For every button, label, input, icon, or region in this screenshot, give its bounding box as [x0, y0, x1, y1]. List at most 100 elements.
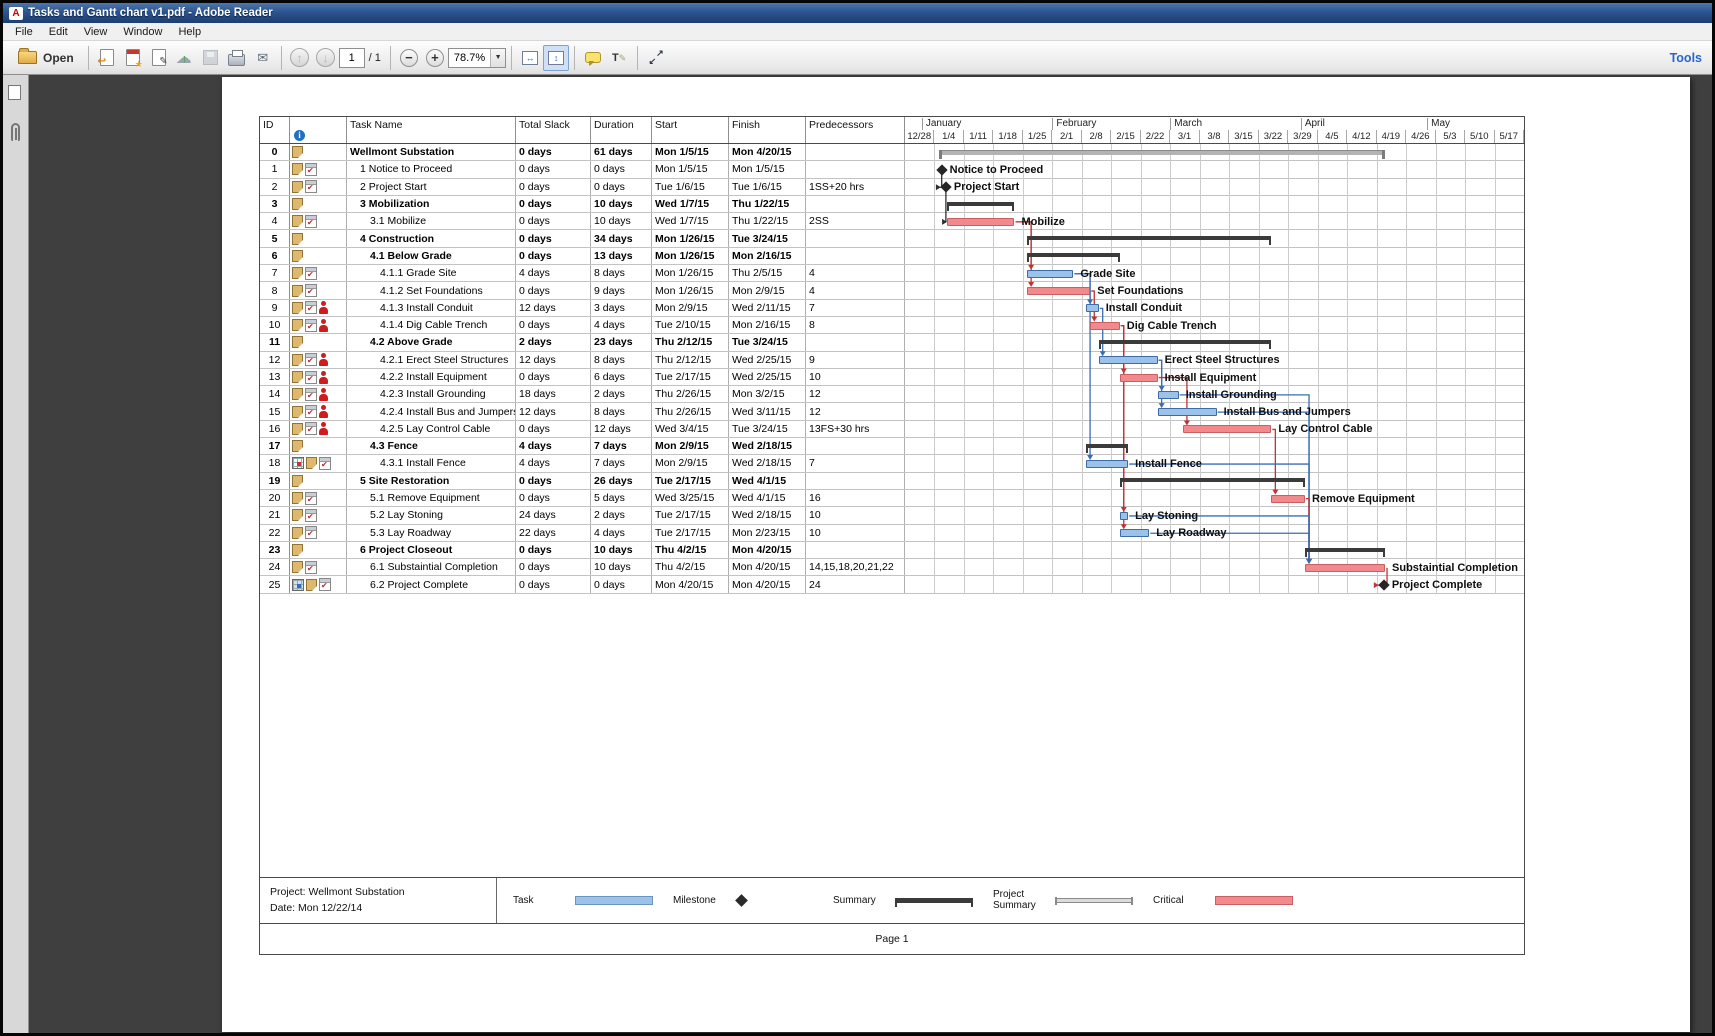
cell-task-name: 5.1 Remove Equipment [347, 489, 516, 507]
attachments-paperclip-icon[interactable] [11, 123, 20, 141]
cell-pred [806, 247, 905, 265]
cell-start: Mon 1/26/15 [652, 230, 729, 247]
next-page-button[interactable]: ↓ [313, 45, 339, 71]
page-thumbnails-icon[interactable] [8, 82, 26, 100]
cell-id: 5 [260, 230, 290, 247]
fullscreen-button[interactable]: ↗ ↙ [643, 45, 669, 71]
task-calendar-icon [319, 578, 331, 592]
cell-finish: Mon 1/5/15 [729, 161, 806, 178]
gantt-bar-critical [1027, 287, 1091, 296]
toolbar: Open ↩ ★ ✎ ✉ ↑ ↓ / 1 − + 78.7% ▼ ↔ ↕ T✎ … [3, 41, 1712, 75]
timeline-header: January February March April May 12/28 1/4 1/11… [905, 117, 1524, 143]
save-button[interactable] [198, 45, 224, 71]
send-file-button[interactable]: ↩ [94, 45, 120, 71]
note-icon [292, 543, 303, 556]
cell-finish: Mon 4/20/15 [729, 144, 806, 161]
cell-duration: 8 days [591, 403, 652, 420]
comment-button[interactable] [580, 45, 606, 71]
cell-task-name: 6.2 Project Complete [347, 576, 516, 593]
cell-slack: 0 days [516, 178, 591, 195]
cell-task-name: 4.2.1 Erect Steel Structures [347, 351, 516, 368]
cell-duration: 7 days [591, 438, 652, 455]
gantt-bar-summary [1098, 339, 1272, 349]
gantt-bar-task [1119, 529, 1150, 538]
table-icon [292, 457, 304, 470]
note-icon [292, 405, 303, 418]
menu-file[interactable]: File [7, 25, 41, 39]
cell-task-name: Wellmont Substation [347, 144, 516, 161]
note-icon [292, 474, 303, 487]
cell-start: Tue 2/17/15 [652, 472, 729, 489]
week-tick-label: 2/15 [1111, 130, 1141, 143]
open-button[interactable]: Open [9, 45, 83, 71]
chevron-down-icon[interactable]: ▼ [490, 48, 506, 67]
cell-start: Wed 1/7/15 [652, 195, 729, 213]
menu-window[interactable]: Window [115, 25, 170, 39]
cell-task-name: 6 Project Closeout [347, 541, 516, 559]
legend-swatch-critical [1215, 895, 1293, 905]
print-button[interactable] [224, 45, 250, 71]
menu-help[interactable]: Help [170, 25, 209, 39]
cell-pred: 24 [806, 576, 905, 593]
note-icon [292, 319, 303, 332]
cell-id: 24 [260, 559, 290, 576]
gantt-bar-label: Lay Stoning [1135, 509, 1199, 522]
legend-item-task: Task [513, 895, 653, 906]
task-calendar-icon [305, 560, 317, 574]
cell-pred [806, 541, 905, 559]
menu-edit[interactable]: Edit [41, 25, 76, 39]
note-icon [292, 388, 303, 401]
gantt-sheet: ID i Task Name Total Slack Duration Start Fini… [259, 116, 1525, 955]
cell-duration: 23 days [591, 334, 652, 351]
cloud-upload-button[interactable] [172, 45, 198, 71]
task-calendar-icon [305, 214, 317, 228]
gantt-bar-label: Lay Roadway [1156, 527, 1227, 540]
cell-indicators [290, 161, 347, 178]
sign-document-button[interactable]: ✎ [146, 45, 172, 71]
note-icon [292, 336, 303, 349]
overallocated-resource-icon [319, 318, 328, 332]
fit-width-button[interactable]: ↔ [517, 45, 543, 71]
create-pdf-button[interactable]: ★ [120, 45, 146, 71]
page-number-label: Page 1 [875, 932, 909, 945]
cell-task-name: 4.2.3 Install Grounding [347, 386, 516, 403]
minus-icon: − [399, 48, 418, 67]
cell-id: 25 [260, 576, 290, 593]
previous-page-button[interactable]: ↑ [287, 45, 313, 71]
note-icon [292, 232, 303, 245]
week-tick-label: 2/8 [1082, 130, 1112, 143]
cell-indicators [290, 559, 347, 576]
zoom-out-button[interactable]: − [396, 45, 422, 71]
adobe-reader-icon: A [9, 6, 23, 20]
menu-view[interactable]: View [76, 25, 116, 39]
week-tick-label: 3/15 [1229, 130, 1259, 143]
column-header-total-slack: Total Slack [516, 117, 591, 143]
zoom-level-control[interactable]: 78.7% ▼ [447, 47, 507, 68]
cell-start: Tue 2/17/15 [652, 524, 729, 541]
plus-icon: + [425, 48, 444, 67]
overallocated-resource-icon [319, 370, 328, 384]
note-icon [292, 198, 303, 211]
email-button[interactable]: ✉ [250, 45, 276, 71]
task-calendar-icon [305, 353, 317, 367]
fit-page-button[interactable]: ↕ [543, 44, 570, 71]
legend-item-milestone: Milestone [673, 894, 813, 907]
week-tick-label: 12/28 [905, 130, 935, 143]
cell-start: Wed 3/4/15 [652, 420, 729, 438]
gantt-bar-critical [947, 217, 1015, 226]
week-tick-label: 4/26 [1406, 130, 1436, 143]
page-total-label: / 1 [368, 51, 381, 64]
gantt-bar-label: Notice to Proceed [949, 163, 1044, 176]
note-icon [292, 492, 303, 505]
fill-sign-button[interactable]: T✎ [606, 45, 632, 71]
tools-panel-button[interactable]: Tools [1670, 51, 1706, 65]
gantt-bar-critical [1305, 563, 1386, 572]
cell-task-name: 2 Project Start [347, 178, 516, 195]
cell-task-name: 4.3 Fence [347, 438, 516, 455]
cell-start: Tue 2/10/15 [652, 316, 729, 334]
cell-slack: 0 days [516, 213, 591, 230]
arrow-up-icon: ↑ [290, 48, 310, 67]
zoom-in-button[interactable]: + [422, 45, 448, 71]
cell-id: 15 [260, 403, 290, 420]
page-number-input[interactable] [338, 47, 365, 68]
